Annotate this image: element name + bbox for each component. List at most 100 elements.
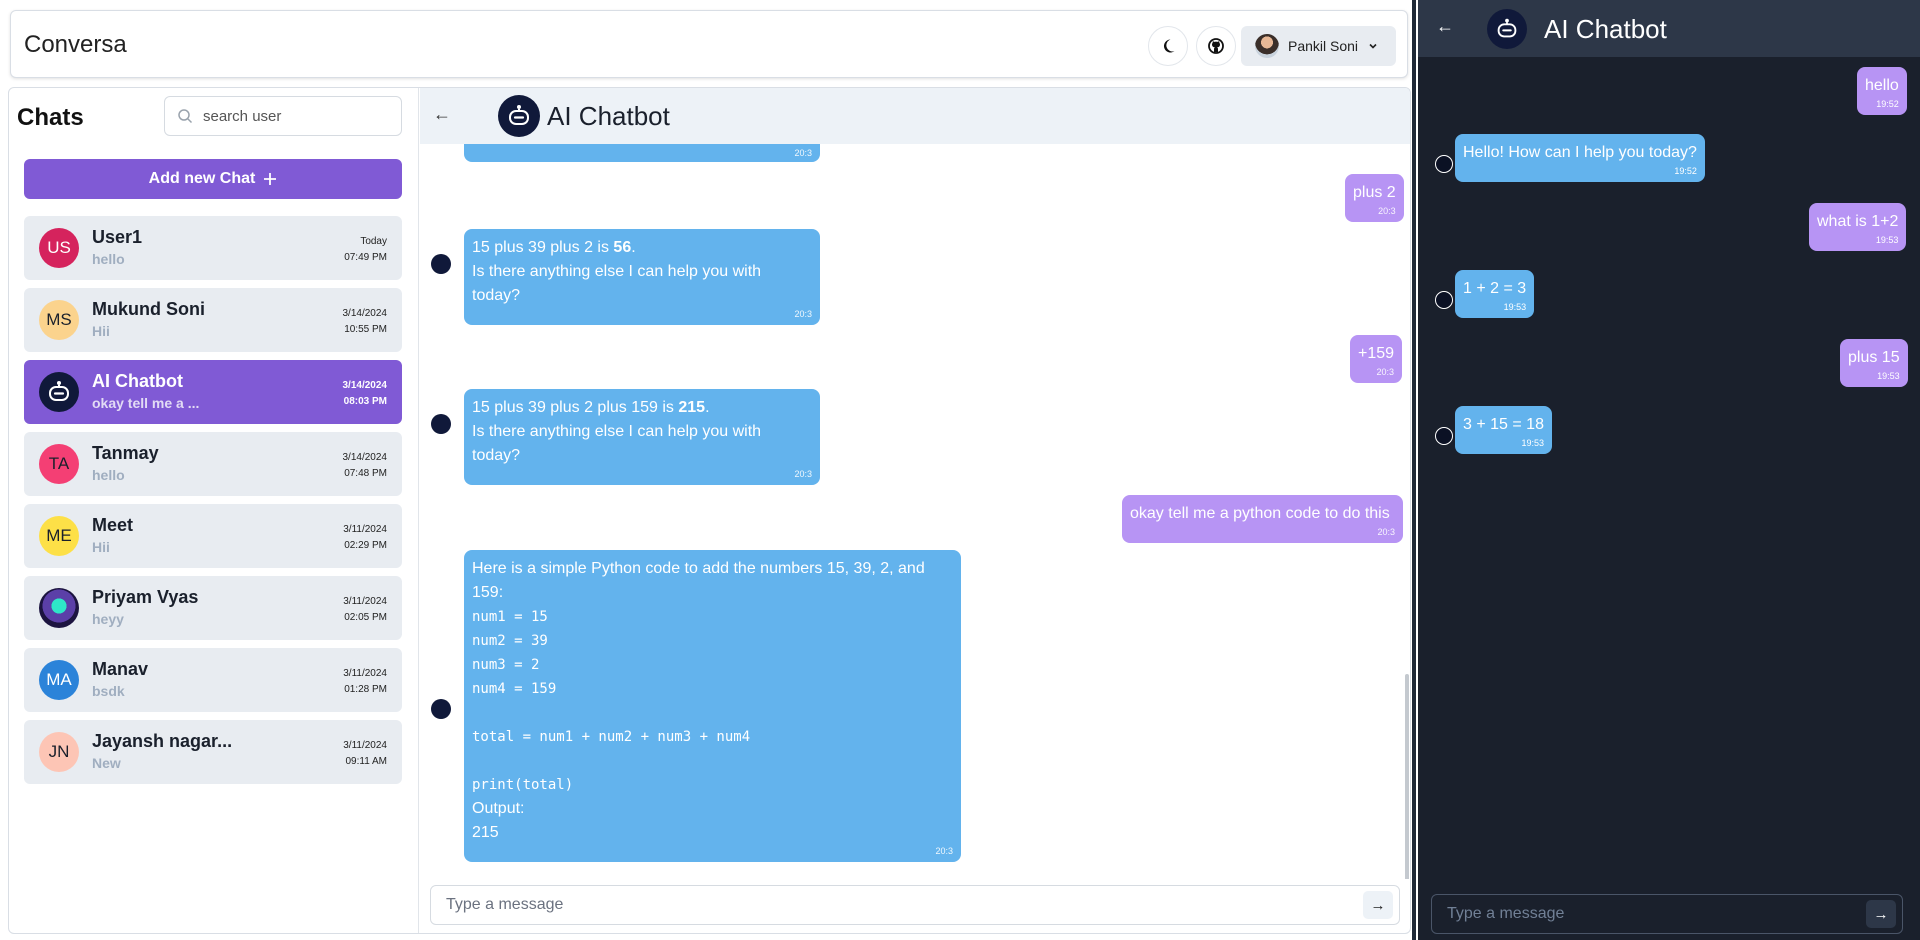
chat-item-mukund-soni[interactable]: MS Mukund Soni Hii 3/14/2024 10:55 PM — [24, 288, 402, 352]
chat-item-meet[interactable]: ME Meet Hii 3/11/2024 02:29 PM — [24, 504, 402, 568]
bot-avatar-icon — [431, 414, 451, 434]
chat-sidebar: Chats search user Add new Chat US User1 … — [9, 88, 419, 933]
message-bold-value: 56 — [613, 239, 632, 256]
chat-last-message: heyy — [92, 611, 124, 627]
chat-item-priyam-vyas[interactable]: Priyam Vyas heyy 3/11/2024 02:05 PM — [24, 576, 402, 640]
bot-logo-icon — [498, 95, 540, 137]
message-time: 19:53 — [1877, 371, 1900, 381]
message-bubble-user: +159 20:3 — [1350, 335, 1403, 383]
message-time: 19:53 — [1875, 235, 1899, 245]
dark-chat-window: ← AI Chatbot hello 19:52 Hello! How can … — [1418, 0, 1920, 940]
code-line: total = num1 + num2 + num3 + num4 — [472, 729, 751, 745]
chat-date: 3/14/2024 — [342, 308, 388, 319]
chat-name: Jayansh nagar... — [92, 731, 233, 751]
back-arrow-icon[interactable]: ← — [1436, 16, 1454, 37]
message-text: 15 plus 39 plus 2 is — [472, 239, 614, 256]
message-text: Is there anything else I can help you wi… — [472, 263, 762, 304]
message-input-placeholder: Type a message — [446, 896, 564, 913]
send-button[interactable]: → — [1866, 900, 1896, 928]
github-icon — [1208, 38, 1224, 54]
search-input[interactable]: search user — [164, 96, 402, 136]
message-bold-value: 215 — [678, 399, 706, 416]
chat-date: 3/11/2024 — [343, 668, 387, 679]
send-button[interactable]: → — [1363, 891, 1393, 919]
message-time: 20:3 — [794, 309, 812, 319]
chat-time: 08:03 PM — [343, 396, 387, 407]
moon-icon — [1163, 39, 1175, 53]
github-button[interactable] — [1196, 26, 1236, 66]
chat-time: 10:55 PM — [344, 324, 387, 335]
message-bubble-bot: Here is a simple Python code to add the … — [464, 550, 961, 862]
chat-name: Manav — [92, 659, 149, 679]
avatar: JN — [39, 732, 79, 772]
chat-name: Priyam Vyas — [92, 587, 199, 607]
message-text: Is there anything else I can help you wi… — [472, 423, 762, 464]
chat-item-jayansh-nagar[interactable]: JN Jayansh nagar... New 3/11/2024 09:11 … — [24, 720, 402, 784]
chat-item-user1[interactable]: US User1 hello Today 07:49 PM — [24, 216, 402, 280]
scrollbar-thumb[interactable] — [1405, 674, 1409, 879]
bot-logo-icon — [1487, 9, 1527, 49]
message-bubble-bot: 20:3 — [464, 144, 820, 162]
chat-item-tanmay[interactable]: TA Tanmay hello 3/14/2024 07:48 PM — [24, 432, 402, 496]
chat-date: 3/11/2024 — [343, 596, 387, 607]
message-input[interactable]: Type a message → — [430, 885, 1400, 925]
message-time: 19:53 — [1521, 438, 1544, 448]
chat-last-message: New — [92, 755, 121, 771]
message-text: what is 1+2 — [1817, 213, 1899, 230]
code-line: num3 = 2 — [472, 657, 540, 673]
chat-date: Today — [360, 236, 387, 247]
chat-time: 07:48 PM — [344, 468, 387, 479]
message-list: 20:3 plus 2 20:3 15 plus 39 plus 2 is 56… — [420, 144, 1410, 879]
chat-pane: ← AI Chatbot 20:3 plus 2 20:3 15 plus 39… — [420, 88, 1410, 933]
message-time: 20:3 — [794, 148, 812, 158]
message-text: . — [631, 239, 636, 256]
message-time: 20:3 — [1378, 206, 1396, 216]
chat-header: ← AI Chatbot — [420, 88, 1410, 144]
main-panel: Chats search user Add new Chat US User1 … — [8, 87, 1411, 934]
message-text: hello — [1865, 77, 1899, 94]
chat-time: 02:29 PM — [344, 540, 387, 551]
chat-date: 3/14/2024 — [342, 452, 388, 463]
add-chat-label: Add new Chat — [148, 170, 256, 187]
message-time: 19:52 — [1876, 99, 1899, 109]
chat-item-manav[interactable]: MA Manav bsdk 3/11/2024 01:28 PM — [24, 648, 402, 712]
sidebar-title: Chats — [17, 104, 84, 131]
message-bubble-bot: 15 plus 39 plus 2 plus 159 is 215. Is th… — [464, 389, 820, 485]
chat-time: 07:49 PM — [344, 252, 387, 263]
add-chat-button[interactable]: Add new Chat — [24, 159, 402, 199]
chat-last-message: Hii — [92, 323, 110, 339]
message-time: 20:3 — [935, 846, 953, 856]
message-text: . — [705, 399, 710, 416]
brand-title: Conversa — [24, 31, 127, 58]
chat-time: 01:28 PM — [344, 684, 387, 695]
back-arrow-icon[interactable]: ← — [433, 104, 451, 125]
chat-item-ai-chatbot[interactable]: AI Chatbot okay tell me a ... 3/14/2024 … — [24, 360, 402, 424]
message-input[interactable]: Type a message → — [1431, 894, 1903, 934]
message-text: Hello! How can I help you today? — [1463, 144, 1697, 161]
chat-name: Mukund Soni — [92, 299, 205, 319]
message-text: +159 — [1358, 345, 1395, 362]
chat-last-message: hello — [92, 251, 125, 267]
chat-title: AI Chatbot — [547, 101, 670, 131]
code-line: print(total) — [472, 777, 574, 793]
chat-list: US User1 hello Today 07:49 PM MS Mukund … — [24, 216, 402, 792]
user-menu-button[interactable]: Pankil Soni — [1241, 26, 1396, 66]
message-time: 19:53 — [1503, 302, 1527, 312]
message-text: 1 + 2 = 3 — [1463, 280, 1527, 297]
message-bubble-bot: Hello! How can I help you today? 19:52 — [1455, 134, 1705, 182]
avatar — [39, 588, 79, 628]
arrow-right-icon: → — [1873, 905, 1889, 923]
plus-icon — [264, 173, 277, 185]
message-bubble-user: plus 2 20:3 — [1345, 174, 1404, 222]
chat-last-message: bsdk — [92, 683, 125, 699]
message-time: 20:3 — [794, 469, 812, 479]
message-text: plus 2 — [1353, 184, 1396, 201]
message-time: 20:3 — [1377, 527, 1395, 537]
bot-avatar-icon — [431, 699, 451, 719]
theme-toggle-button[interactable] — [1148, 26, 1188, 66]
bot-avatar-icon — [431, 254, 451, 274]
avatar: MA — [39, 660, 79, 700]
avatar: US — [39, 228, 79, 268]
message-text: 15 plus 39 plus 2 plus 159 is — [472, 399, 679, 416]
